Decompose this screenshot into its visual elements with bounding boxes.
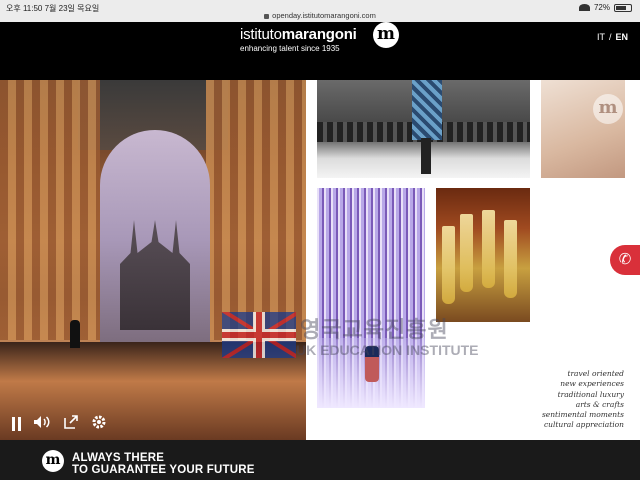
marangoni-watermark-icon: m (593, 94, 623, 124)
galleria-wall-left (0, 80, 100, 340)
battery-icon (614, 3, 632, 12)
lang-it-link[interactable]: IT (597, 32, 605, 42)
language-switcher: IT / EN (597, 32, 628, 42)
lang-en-link[interactable]: EN (615, 32, 628, 42)
champagne-glass (460, 214, 473, 292)
champagne-glass (442, 226, 455, 304)
runway-model-legs (421, 138, 431, 174)
value-item: traditional luxury (557, 389, 624, 399)
value-item: sentimental moments (541, 410, 624, 420)
watermark-english: UK EDUCATION INSTITUTE (296, 342, 479, 358)
lock-icon (264, 13, 270, 19)
brand-wordmark[interactable]: istitutomarangoni enhancing talent since… (240, 26, 357, 53)
runway-photo (317, 80, 530, 178)
footer-slogan: ALWAYS THERE TO GUARANTEE YOUR FUTURE (72, 452, 255, 476)
battery-percent: 72% (593, 3, 610, 12)
lang-separator: / (608, 32, 612, 42)
address-bar[interactable]: openday.istitutomarangoni.com (0, 11, 640, 20)
settings-icon[interactable] (91, 414, 107, 434)
ios-status-bar: 오후 11:50 7월 23일 목요일 openday.istitutomara… (0, 0, 640, 22)
value-item: travel oriented (567, 369, 624, 378)
footer-slogan-line1: ALWAYS THERE (72, 452, 165, 464)
champagne-glass (482, 210, 495, 288)
runway-model (412, 80, 442, 140)
galleria-wall-right (206, 80, 306, 340)
footer-banner: m ALWAYS THERE TO GUARANTEE YOUR FUTURE (0, 440, 640, 480)
value-item: cultural appreciation (543, 420, 624, 430)
watermark-korean: 영국교육진흥원 (300, 318, 449, 343)
champagne-glass (504, 220, 517, 298)
value-item: new experiences (560, 379, 624, 389)
brand-tagline: enhancing talent since 1935 (240, 44, 340, 53)
site-header: istitutomarangoni enhancing talent since… (0, 22, 640, 80)
volume-icon[interactable] (33, 415, 51, 433)
fullscreen-icon[interactable] (63, 414, 79, 434)
phone-call-button[interactable]: ✆ (610, 245, 640, 275)
hero-section: m 영국교육진흥원 UK EDUCATION INSTITUTE ✆ trave… (0, 80, 640, 440)
status-indicators: 72% (578, 3, 632, 12)
footer-slogan-line2: TO GUARANTEE YOUR FUTURE (72, 464, 255, 476)
hero-video[interactable] (0, 80, 306, 440)
walking-person (70, 320, 80, 348)
pause-icon[interactable] (12, 417, 21, 431)
brand-name: istitutomarangoni (240, 26, 357, 43)
phone-icon: ✆ (618, 251, 632, 268)
footer-logo-icon[interactable]: m (42, 450, 64, 472)
wifi-icon (578, 4, 590, 11)
url-text: openday.istitutomarangoni.com (272, 11, 376, 20)
light-installation-photo (317, 188, 425, 408)
skin-detail-photo: m (541, 80, 625, 178)
video-controls (12, 414, 107, 434)
brand-logo-icon[interactable]: m (373, 22, 399, 48)
value-item: arts & crafts (575, 399, 624, 409)
values-list: travel oriented new experiences traditio… (542, 369, 624, 431)
uk-flag-watermark (222, 312, 296, 358)
champagne-toast-photo (436, 188, 530, 322)
